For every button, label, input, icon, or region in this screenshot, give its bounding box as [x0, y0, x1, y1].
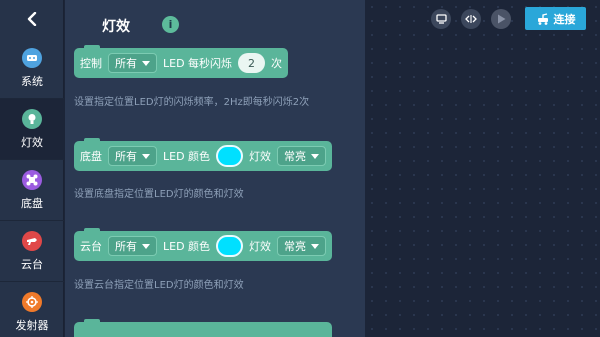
category-label: 系统 — [21, 74, 43, 88]
block-label: 云台 — [80, 240, 102, 253]
category-label: 底盘 — [21, 196, 43, 210]
gimbal-icon — [22, 230, 42, 251]
run-button[interactable] — [491, 9, 511, 29]
connect-label: 连接 — [553, 12, 576, 26]
connect-button[interactable]: 连接 — [525, 7, 586, 30]
play-icon — [497, 14, 505, 24]
block-text: LED 颜色 — [163, 240, 211, 253]
code-icon — [465, 15, 477, 23]
position-dropdown[interactable]: 所有 — [108, 236, 157, 256]
chassis-icon — [22, 169, 42, 190]
monitor-icon — [435, 14, 447, 24]
chevron-left-icon — [27, 12, 37, 26]
dropdown-value: 常亮 — [284, 240, 306, 253]
caret-down-icon — [142, 60, 150, 66]
robot-icon — [22, 47, 42, 68]
category-gimbal[interactable]: 云台 — [0, 221, 64, 282]
flyout-title: 灯效 — [102, 19, 130, 35]
category-label: 灯效 — [21, 135, 43, 149]
block-text: 次 — [271, 57, 282, 70]
crosshair-icon — [22, 291, 42, 312]
color-picker[interactable] — [216, 235, 243, 257]
block-blink-rate[interactable]: 控制 所有 LED 每秒闪烁 2 次 — [74, 45, 288, 78]
info-icon[interactable]: i — [162, 16, 179, 33]
effect-dropdown[interactable]: 常亮 — [277, 146, 326, 166]
block-partial[interactable] — [74, 319, 332, 337]
caret-down-icon — [311, 153, 319, 159]
block-text: 灯效 — [249, 240, 271, 253]
caret-down-icon — [142, 153, 150, 159]
bulb-icon — [22, 108, 42, 129]
block-text: 灯效 — [249, 150, 271, 163]
effect-dropdown[interactable]: 常亮 — [277, 236, 326, 256]
block-description: 设置底盘指定位置LED灯的颜色和灯效 — [74, 189, 244, 200]
position-dropdown[interactable]: 所有 — [108, 146, 157, 166]
category-sidebar: 系统 灯效 底盘 云台 发射器 — [0, 0, 64, 337]
back-button[interactable] — [0, 0, 64, 38]
block-chassis-led[interactable]: 底盘 所有 LED 颜色 灯效 常亮 — [74, 138, 332, 171]
block-description: 设置云台指定位置LED灯的颜色和灯效 — [74, 280, 244, 291]
caret-down-icon — [142, 243, 150, 249]
category-label: 云台 — [21, 257, 43, 271]
block-label: 控制 — [80, 57, 102, 70]
caret-down-icon — [311, 243, 319, 249]
category-chassis[interactable]: 底盘 — [0, 160, 64, 221]
category-blaster[interactable]: 发射器 — [0, 282, 64, 337]
block-gimbal-led[interactable]: 云台 所有 LED 颜色 灯效 常亮 — [74, 228, 332, 261]
block-text: LED 颜色 — [163, 150, 211, 163]
code-view-button[interactable] — [461, 9, 481, 29]
dropdown-value: 常亮 — [284, 150, 306, 163]
block-description: 设置指定位置LED灯的闪烁频率，2Hz即每秒闪烁2次 — [74, 97, 310, 108]
block-text: LED 每秒闪烁 — [163, 57, 233, 70]
dropdown-value: 所有 — [115, 57, 137, 70]
category-lighting[interactable]: 灯效 — [0, 99, 64, 160]
dropdown-value: 所有 — [115, 240, 137, 253]
color-picker[interactable] — [216, 145, 243, 167]
monitor-button[interactable] — [431, 9, 451, 29]
blink-rate-input[interactable]: 2 — [238, 53, 265, 73]
block-label: 底盘 — [80, 150, 102, 163]
category-system[interactable]: 系统 — [0, 38, 64, 99]
dropdown-value: 所有 — [115, 150, 137, 163]
code-workspace[interactable] — [365, 0, 600, 337]
robot-connect-icon — [537, 12, 548, 25]
position-dropdown[interactable]: 所有 — [108, 53, 157, 73]
category-label: 发射器 — [15, 318, 49, 332]
